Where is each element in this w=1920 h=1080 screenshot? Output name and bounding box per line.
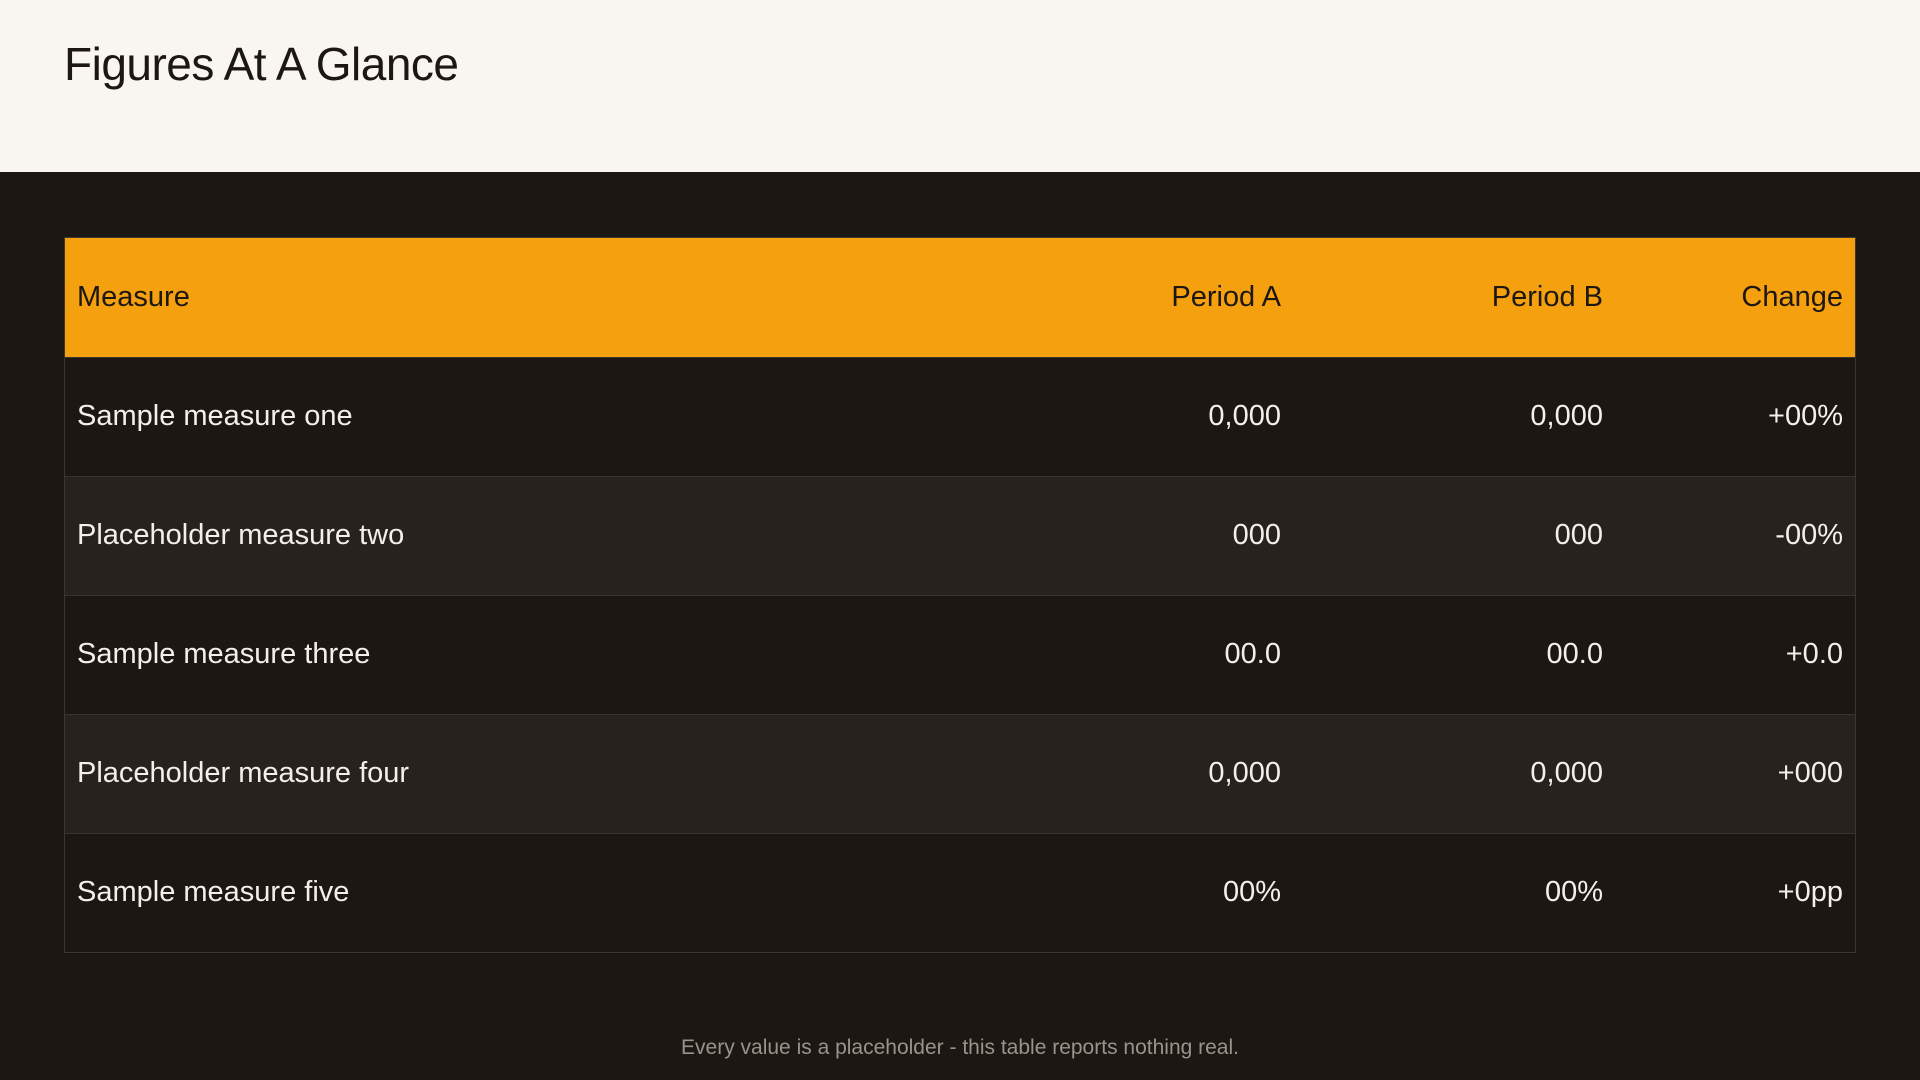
page-title: Figures At A Glance [64, 38, 459, 90]
cell-period-b: 0,000 [1530, 757, 1603, 789]
cell-measure: Placeholder measure four [77, 757, 410, 789]
data-table: Measure Period A Period B Change Sample … [64, 237, 1856, 953]
cell-measure: Placeholder measure two [77, 519, 405, 551]
table-row: Sample measure five 00% 00% +0pp [65, 833, 1855, 952]
footnote: Every value is a placeholder - this tabl… [681, 1036, 1239, 1059]
table-row: Placeholder measure two 000 000 -00% [65, 476, 1855, 595]
cell-period-b: 0,000 [1530, 400, 1603, 432]
table-row: Placeholder measure four 0,000 0,000 +00… [65, 714, 1855, 833]
cell-change: +00% [1768, 400, 1843, 432]
header-band: Figures At A Glance [0, 0, 1920, 172]
cell-measure: Sample measure five [77, 876, 350, 909]
cell-change: +0pp [1777, 876, 1843, 909]
cell-change: +000 [1777, 757, 1843, 789]
column-header-period-b: Period B [1491, 280, 1603, 313]
cell-measure: Sample measure one [77, 400, 353, 432]
cell-period-a: 00.0 [1224, 638, 1281, 670]
cell-period-a: 0,000 [1208, 400, 1281, 432]
cell-period-b: 000 [1554, 519, 1603, 551]
column-header-period-a: Period A [1171, 280, 1281, 313]
column-header-measure: Measure [77, 280, 190, 313]
cell-period-b: 00% [1544, 876, 1603, 909]
cell-period-a: 000 [1232, 519, 1281, 551]
column-header-change: Change [1741, 280, 1843, 313]
cell-period-b: 00.0 [1546, 638, 1603, 670]
table-row: Sample measure three 00.0 00.0 +0.0 [65, 595, 1855, 714]
cell-measure: Sample measure three [77, 638, 371, 670]
cell-change: +0.0 [1785, 638, 1843, 670]
cell-change: -00% [1775, 519, 1843, 551]
table-row: Sample measure one 0,000 0,000 +00% [65, 357, 1855, 476]
cell-period-a: 0,000 [1208, 757, 1281, 789]
table-header-row: Measure Period A Period B Change [65, 238, 1855, 357]
cell-period-a: 00% [1222, 876, 1281, 909]
